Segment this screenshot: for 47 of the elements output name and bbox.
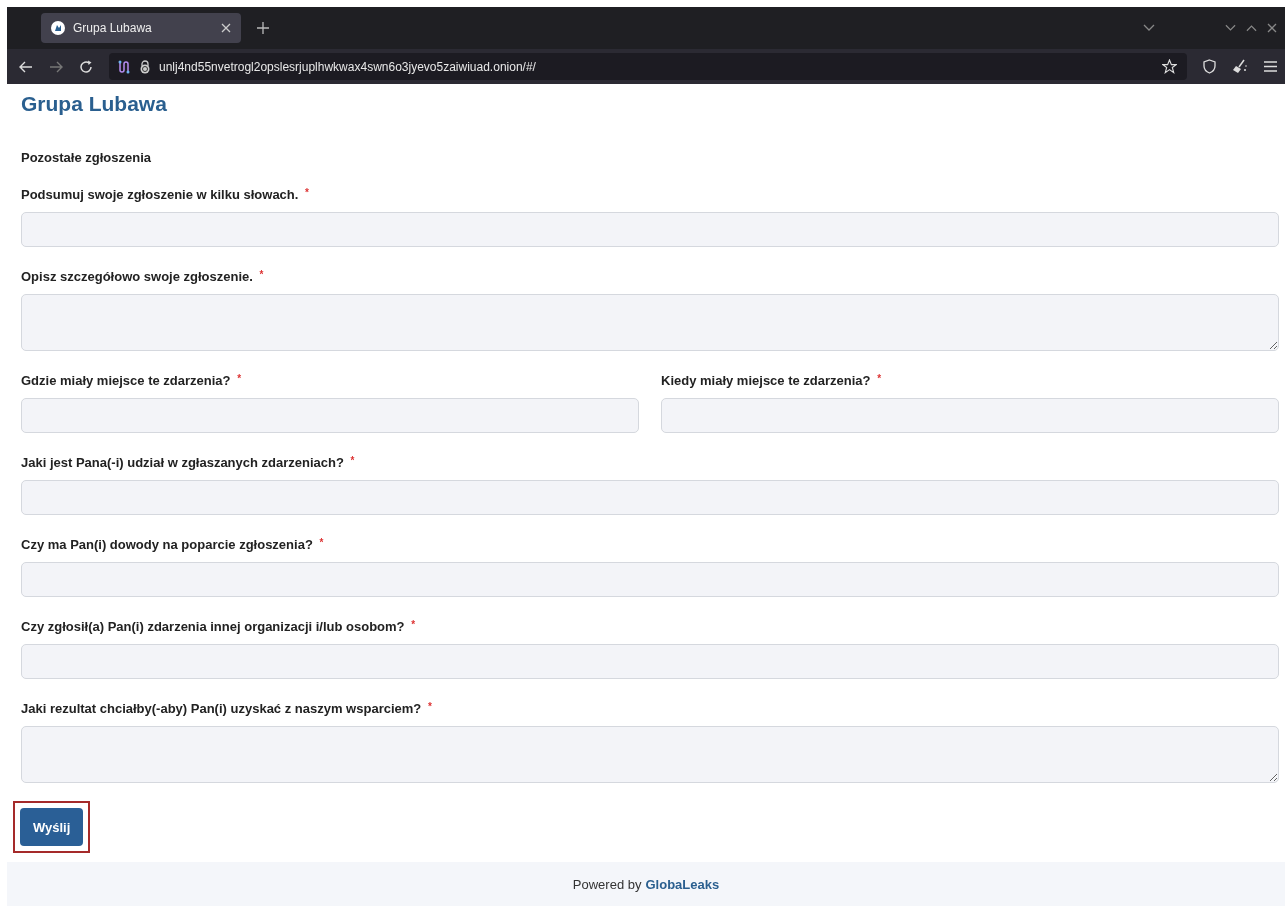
menu-icon[interactable] bbox=[1264, 61, 1277, 72]
close-window-icon[interactable] bbox=[1267, 23, 1277, 33]
shield-icon[interactable] bbox=[1203, 59, 1216, 74]
required-asterisk: * bbox=[411, 619, 416, 630]
input-field[interactable] bbox=[21, 562, 1279, 597]
footer-text: Powered by bbox=[572, 876, 642, 892]
input-field[interactable] bbox=[21, 644, 1279, 679]
broom-icon[interactable] bbox=[1232, 59, 1248, 74]
footer-link[interactable]: GlobaLeaks bbox=[645, 876, 720, 892]
required-asterisk: * bbox=[305, 187, 309, 198]
required-asterisk: * bbox=[237, 373, 242, 384]
field-label: Gdzie miały miejsce te zdarzenia? bbox=[21, 373, 231, 388]
input-field[interactable] bbox=[21, 212, 1279, 247]
field-label: Czy ma Pan(i) dowody na poparcie zgłoszenia? bbox=[21, 537, 313, 552]
required-asterisk: * bbox=[427, 701, 432, 712]
field-label: Opisz szczegółowo swoje zgłoszenie. bbox=[21, 269, 253, 284]
forward-icon[interactable] bbox=[49, 60, 63, 73]
required-asterisk: * bbox=[259, 269, 264, 280]
page-title: Grupa Lubawa bbox=[21, 92, 168, 116]
field-label: Czy zgłosił(a) Pan(i) zdarzenia innej organizacji i/lub osobom? bbox=[21, 619, 405, 634]
circuit-icon[interactable] bbox=[117, 59, 131, 74]
new-tab-icon[interactable] bbox=[257, 22, 269, 34]
section-title: Pozostałe zgłoszenia bbox=[21, 150, 153, 165]
back-icon[interactable] bbox=[19, 60, 33, 73]
required-asterisk: * bbox=[350, 455, 355, 466]
input-field[interactable] bbox=[21, 480, 1279, 515]
address-bar[interactable]: unlj4nd55nvetrogl2opslesrjuplhwkwax4swn6o3jyevo5zaiwiuad.onion/#/ bbox=[109, 53, 1187, 80]
field-label: Jaki jest Pana(-i) udział w zgłaszanych zdarzeniach? bbox=[21, 455, 344, 470]
reload-icon[interactable] bbox=[79, 59, 93, 74]
required-asterisk: * bbox=[877, 373, 882, 384]
input-field[interactable] bbox=[21, 398, 639, 433]
input-field[interactable] bbox=[661, 398, 1279, 433]
browser-tab[interactable]: Grupa Lubawa bbox=[41, 13, 241, 43]
field-label: Kiedy miały miejsce te zdarzenia? bbox=[661, 373, 871, 388]
chevron-down-icon[interactable] bbox=[1143, 24, 1155, 32]
tab-title: Grupa Lubawa bbox=[73, 21, 152, 35]
close-icon[interactable] bbox=[221, 23, 231, 33]
url-text: unlj4nd55nvetrogl2opslesrjuplhwkwax4swn6o3jyevo5zaiwiuad.onion/#/ bbox=[159, 59, 536, 74]
required-asterisk: * bbox=[319, 537, 324, 548]
minimize-icon[interactable] bbox=[1225, 24, 1236, 32]
field-label: Jaki rezultat chciałby(-aby) Pan(i) uzyskać z naszym wsparciem? bbox=[21, 701, 422, 716]
submit-button[interactable]: Wyślij bbox=[20, 808, 84, 846]
maximize-icon[interactable] bbox=[1246, 24, 1257, 32]
bookmark-star-icon[interactable] bbox=[1162, 59, 1177, 74]
field-label: Podsumuj swoje zgłoszenie w kilku słowach. bbox=[21, 187, 299, 202]
onion-lock-icon[interactable] bbox=[139, 59, 151, 74]
site-logo-icon bbox=[51, 21, 65, 35]
